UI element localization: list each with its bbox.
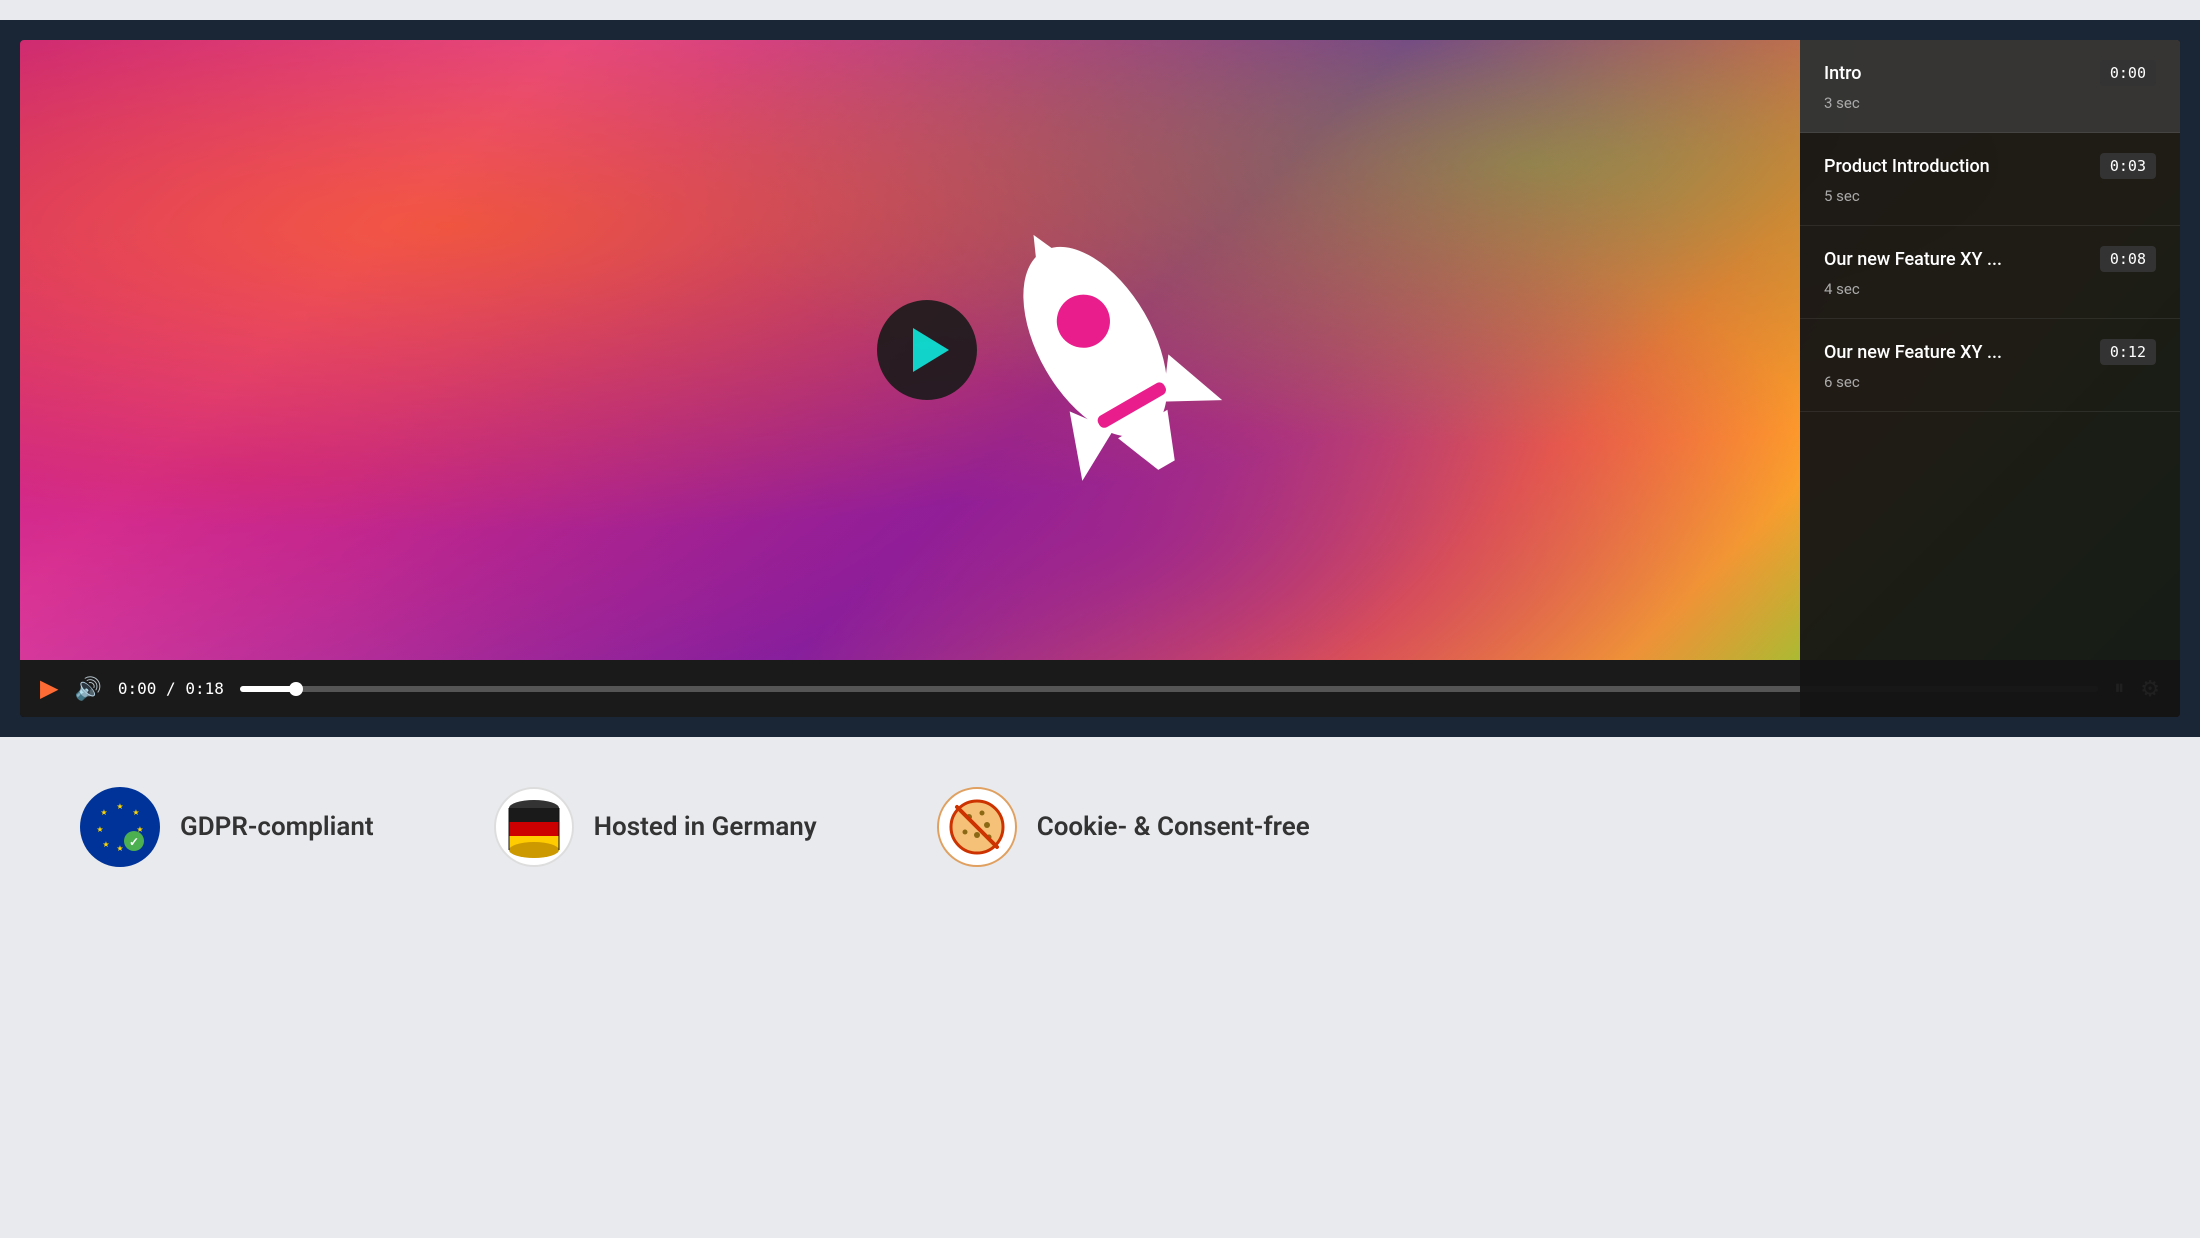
time-display: 0:00 / 0:18 [118, 679, 224, 698]
germany-icon [494, 787, 574, 867]
gdpr-label: GDPR-compliant [180, 812, 374, 842]
chapter-item-feature-2[interactable]: Our new Feature XY ... 0:12 6 sec [1800, 319, 2180, 412]
hosted-label: Hosted in Germany [594, 812, 817, 842]
chapter-duration-product-intro: 5 sec [1824, 187, 2156, 205]
chapter-header-intro: Intro 0:00 [1824, 60, 2156, 86]
badge-hosted: Hosted in Germany [494, 787, 817, 867]
svg-text:★: ★ [116, 802, 123, 811]
badge-cookie: Cookie- & Consent-free [937, 787, 1310, 867]
badge-gdpr: ★ ★ ★ ★ ★ ★ ★ ★ ✓ GDPR-compliant [80, 787, 374, 867]
play-button[interactable] [877, 300, 977, 400]
svg-text:★: ★ [116, 844, 123, 853]
chapter-duration-feature-2: 6 sec [1824, 373, 2156, 391]
chapter-item-feature-1[interactable]: Our new Feature XY ... 0:08 4 sec [1800, 226, 2180, 319]
chapter-header-product-intro: Product Introduction 0:03 [1824, 153, 2156, 179]
chapter-list: Intro 0:00 3 sec Product Introduction 0:… [1800, 40, 2180, 717]
play-icon: ▶ [40, 674, 58, 703]
svg-text:★: ★ [96, 825, 103, 834]
cookie-icon [937, 787, 1017, 867]
volume-icon: 🔊 [74, 676, 101, 702]
badges-area: ★ ★ ★ ★ ★ ★ ★ ★ ✓ GDPR-compliant [0, 737, 2200, 917]
video-area: Intro 0:00 3 sec Product Introduction 0:… [20, 40, 2180, 717]
de-flag-cylinder-icon [507, 796, 561, 858]
top-bar [0, 0, 2200, 20]
play-pause-button[interactable]: ▶ [40, 674, 58, 703]
svg-text:★: ★ [100, 808, 107, 817]
progress-bar-fill [240, 686, 296, 692]
play-triangle-icon [913, 328, 949, 372]
volume-button[interactable]: 🔊 [74, 676, 101, 702]
chapter-time-feature-2: 0:12 [2100, 339, 2156, 365]
no-cookie-icon [947, 797, 1007, 857]
svg-text:★: ★ [102, 840, 109, 849]
chapter-title-product-intro: Product Introduction [1824, 156, 1990, 177]
chapter-title-feature-2: Our new Feature XY ... [1824, 342, 2002, 363]
time-current: 0:00 [118, 679, 157, 698]
chapter-time-feature-1: 0:08 [2100, 246, 2156, 272]
progress-thumb [289, 682, 303, 696]
time-separator: / [166, 679, 185, 698]
chapter-time-product-intro: 0:03 [2100, 153, 2156, 179]
chapter-item-product-intro[interactable]: Product Introduction 0:03 5 sec [1800, 133, 2180, 226]
video-outer: Intro 0:00 3 sec Product Introduction 0:… [0, 20, 2200, 737]
time-total: 0:18 [185, 679, 224, 698]
chapter-header-feature-2: Our new Feature XY ... 0:12 [1824, 339, 2156, 365]
eu-flag-icon: ★ ★ ★ ★ ★ ★ ★ ★ ✓ [90, 797, 150, 857]
svg-text:✓: ✓ [129, 835, 139, 849]
chapter-item-intro[interactable]: Intro 0:00 3 sec [1800, 40, 2180, 133]
rocket-icon [940, 160, 1260, 540]
chapter-header-feature-1: Our new Feature XY ... 0:08 [1824, 246, 2156, 272]
chapter-duration-intro: 3 sec [1824, 94, 2156, 112]
chapter-duration-feature-1: 4 sec [1824, 280, 2156, 298]
gdpr-icon: ★ ★ ★ ★ ★ ★ ★ ★ ✓ [80, 787, 160, 867]
chapter-time-intro: 0:00 [2100, 60, 2156, 86]
svg-text:★: ★ [132, 808, 139, 817]
page-wrapper: Intro 0:00 3 sec Product Introduction 0:… [0, 0, 2200, 917]
chapter-title-intro: Intro [1824, 63, 1861, 84]
chapter-title-feature-1: Our new Feature XY ... [1824, 249, 2002, 270]
cookie-label: Cookie- & Consent-free [1037, 812, 1310, 842]
